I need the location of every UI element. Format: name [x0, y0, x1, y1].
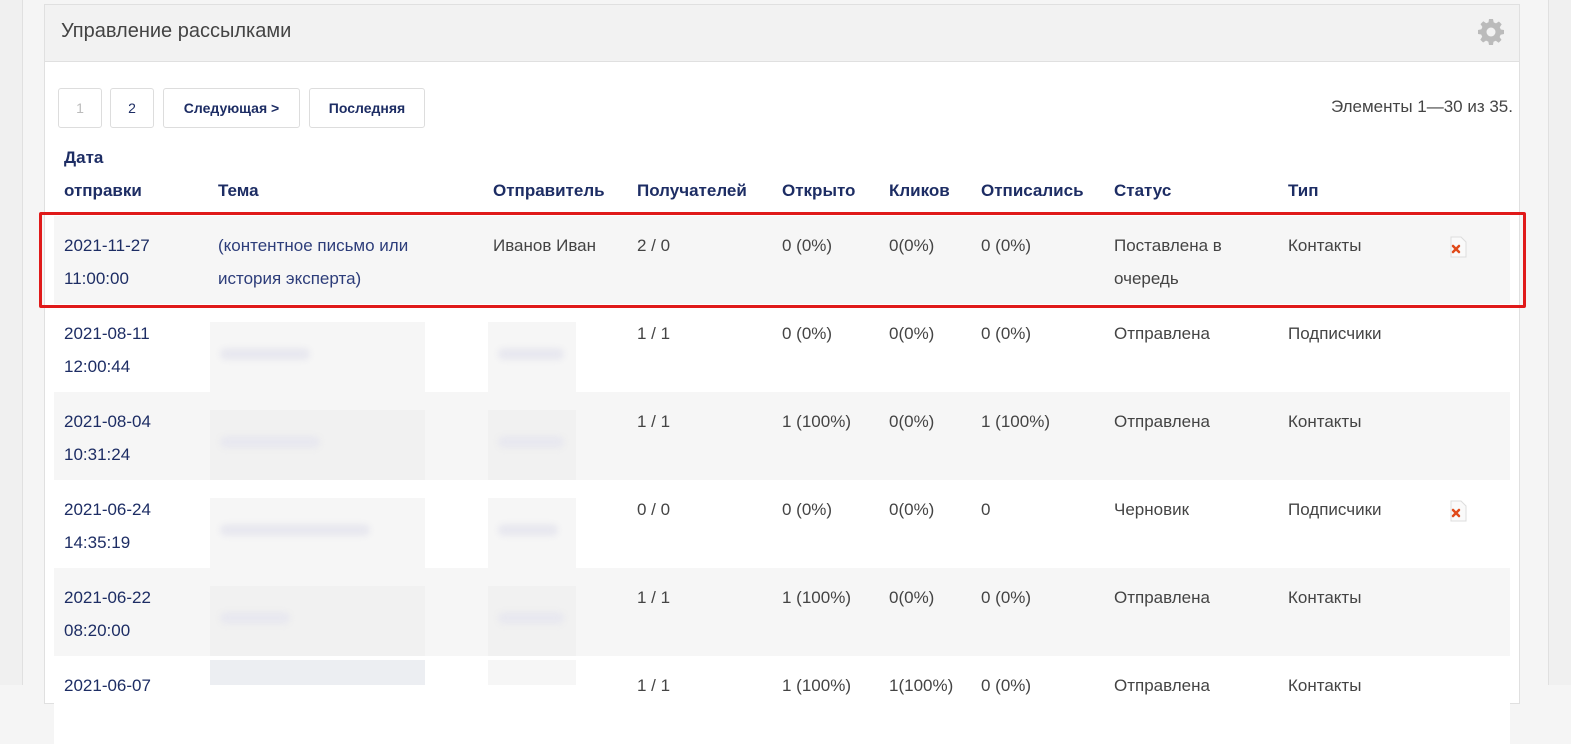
- row-status: Отправлена: [1114, 324, 1210, 343]
- row-type: Контакты: [1288, 412, 1362, 431]
- row-unsubscribed: 1 (100%): [981, 412, 1050, 431]
- row-recipients: 1 / 1: [637, 676, 671, 695]
- redacted-subject: [210, 322, 425, 392]
- row-unsubscribed: 0 (0%): [981, 236, 1032, 255]
- row-status: Черновик: [1114, 500, 1190, 519]
- column-date-label-2[interactable]: отправки: [64, 174, 142, 207]
- column-subject[interactable]: Тема: [218, 174, 259, 207]
- row-opened: 0 (0%): [782, 500, 833, 519]
- row-opened: 0 (0%): [782, 236, 833, 255]
- row-status: Отправлена: [1114, 676, 1210, 695]
- row-opened: 1 (100%): [782, 412, 851, 431]
- gear-icon[interactable]: [1477, 18, 1505, 46]
- page-1-button: 1: [58, 88, 102, 128]
- column-date-label-1[interactable]: Дата: [64, 141, 103, 174]
- row-subject-line1[interactable]: (контентное письмо или: [218, 229, 468, 262]
- items-summary: Элементы 1—30 из 35.: [1330, 97, 1513, 116]
- row-date[interactable]: 2021-06-07: [64, 669, 151, 702]
- row-date[interactable]: 2021-08-04: [64, 405, 151, 438]
- row-time[interactable]: 10:31:24: [64, 438, 130, 471]
- row-opened: 1 (100%): [782, 588, 851, 607]
- redacted-sender: [488, 660, 576, 685]
- panel-header: Управление рассылками: [45, 5, 1519, 62]
- row-date[interactable]: 2021-06-22: [64, 581, 151, 614]
- row-type: Контакты: [1288, 676, 1362, 695]
- row-recipients: 0 / 0: [637, 500, 671, 519]
- redacted-sender: [488, 586, 576, 656]
- redacted-subject: [210, 410, 425, 480]
- row-status: Отправлена: [1114, 412, 1210, 431]
- row-clicks: 1(100%): [889, 676, 954, 695]
- row-type: Контакты: [1288, 588, 1362, 607]
- row-type: Подписчики: [1288, 324, 1382, 343]
- column-clicks[interactable]: Кликов: [889, 174, 950, 207]
- row-clicks: 0(0%): [889, 324, 935, 343]
- left-edge: [0, 0, 23, 685]
- page-2-button[interactable]: 2: [110, 88, 154, 128]
- row-recipients: 2 / 0: [637, 236, 671, 255]
- row-date[interactable]: 2021-08-11: [64, 317, 150, 350]
- row-status-line2: очередь: [1114, 269, 1179, 288]
- row-opened: 1 (100%): [782, 676, 851, 695]
- redacted-subject: [210, 586, 425, 656]
- row-clicks: 0(0%): [889, 500, 935, 519]
- column-type[interactable]: Тип: [1288, 174, 1318, 207]
- row-recipients: 1 / 1: [637, 324, 671, 343]
- row-clicks: 0(0%): [889, 412, 935, 431]
- row-time[interactable]: 08:20:00: [64, 614, 130, 647]
- row-sender: Иванов Иван: [493, 236, 597, 255]
- redacted-subject: [210, 498, 425, 568]
- row-recipients: 1 / 1: [637, 588, 671, 607]
- next-page-button[interactable]: Следующая >: [163, 88, 300, 128]
- row-status: Отправлена: [1114, 588, 1210, 607]
- row-subject-line2[interactable]: история эксперта): [218, 262, 468, 295]
- row-time[interactable]: 11:00:00: [64, 262, 129, 295]
- column-sender[interactable]: Отправитель: [493, 174, 605, 207]
- redacted-sender: [488, 410, 576, 480]
- redacted-sender: [488, 498, 576, 568]
- row-type: Контакты: [1288, 236, 1362, 255]
- row-type: Подписчики: [1288, 500, 1382, 519]
- row-date[interactable]: 2021-06-24: [64, 493, 151, 526]
- column-status[interactable]: Статус: [1114, 174, 1171, 207]
- row-time[interactable]: 14:35:19: [64, 526, 130, 559]
- column-opened[interactable]: Открыто: [782, 174, 855, 207]
- row-opened: 0 (0%): [782, 324, 833, 343]
- delete-icon[interactable]: [1448, 236, 1468, 258]
- column-unsubscribed[interactable]: Отписались: [981, 174, 1084, 207]
- redacted-subject: [210, 660, 425, 685]
- row-unsubscribed: 0 (0%): [981, 324, 1032, 343]
- column-recipients[interactable]: Получателей: [637, 174, 747, 207]
- page-scrollbar[interactable]: [1548, 0, 1571, 685]
- panel-title: Управление рассылками: [61, 20, 292, 42]
- row-recipients: 1 / 1: [637, 412, 671, 431]
- row-clicks: 0(0%): [889, 236, 935, 255]
- row-unsubscribed: 0 (0%): [981, 588, 1032, 607]
- redacted-sender: [488, 322, 576, 392]
- row-unsubscribed: 0: [981, 500, 991, 519]
- row-date[interactable]: 2021-11-27: [64, 229, 150, 262]
- last-page-button[interactable]: Последняя: [309, 88, 425, 128]
- delete-icon[interactable]: [1448, 500, 1468, 522]
- row-clicks: 0(0%): [889, 588, 935, 607]
- row-time[interactable]: 12:00:44: [64, 350, 130, 383]
- row-status-line1: Поставлена в: [1114, 236, 1222, 255]
- row-unsubscribed: 0 (0%): [981, 676, 1032, 695]
